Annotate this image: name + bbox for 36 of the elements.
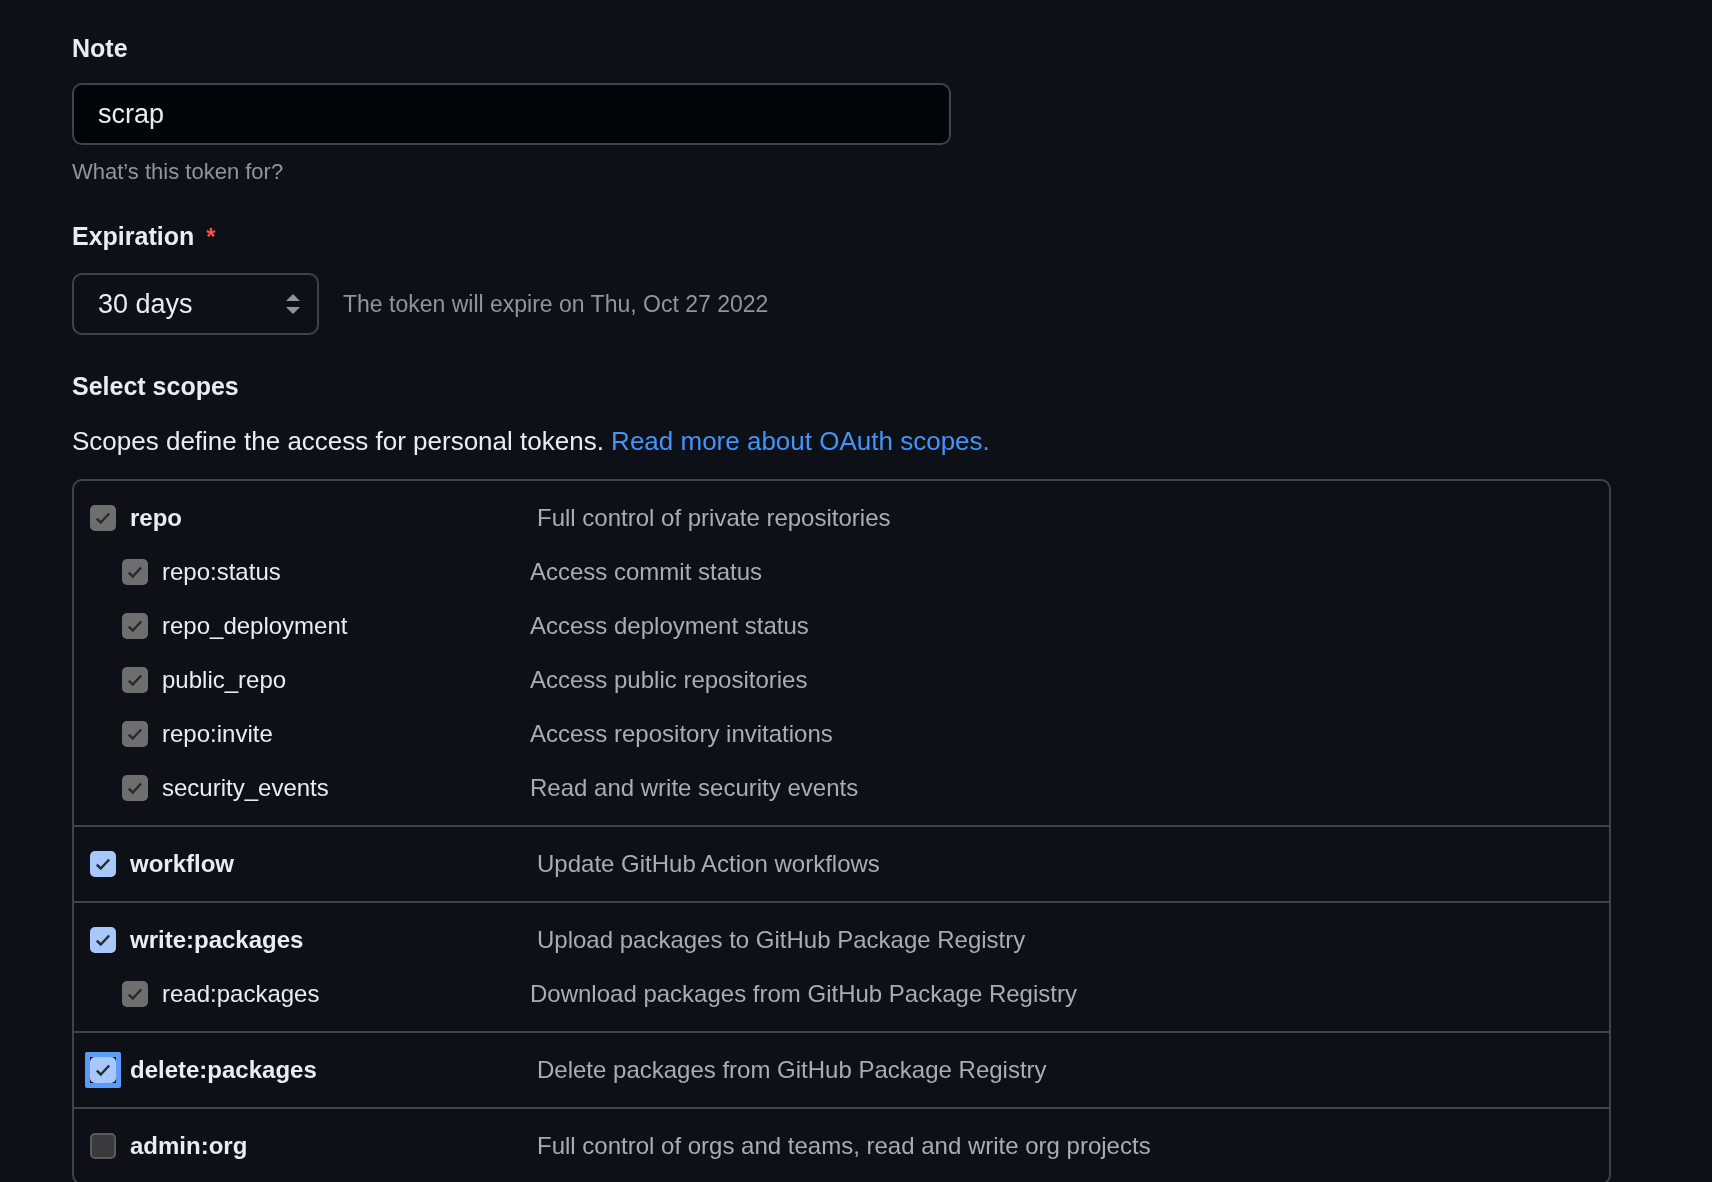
- field-hint: What’s this token for?: [72, 159, 285, 185]
- scope-description: Upload packages to GitHub Package Registry: [537, 926, 1027, 954]
- scope-description: Access deployment status: [530, 612, 810, 640]
- section-title: Select scopes: [72, 372, 240, 401]
- scope-name: repo:invite: [162, 720, 273, 748]
- scope-description: Update GitHub Action workflows: [537, 850, 881, 878]
- checkbox[interactable]: [90, 851, 116, 877]
- scope-name: admin:org: [130, 1132, 248, 1160]
- scope-description: Access repository invitations: [530, 720, 834, 748]
- scope-name: delete:packages: [130, 1056, 317, 1084]
- scopes-description: Scopes define the access for personal tokens. Read more about OAuth scopes.: [72, 426, 991, 457]
- scope-description: Access commit status: [530, 558, 764, 586]
- scope-description: Full control of private repositories: [537, 504, 892, 532]
- up-down-caret-icon: [285, 293, 301, 315]
- scope-name: repo_deployment: [162, 612, 348, 640]
- scope-name: workflow: [130, 850, 234, 878]
- checkbox[interactable]: [90, 1133, 116, 1159]
- note-input-field[interactable]: scrap: [72, 83, 951, 145]
- scope-description: Download packages from GitHub Package Registry: [530, 980, 1078, 1008]
- checkbox[interactable]: [90, 927, 116, 953]
- scope-description: Delete packages from GitHub Package Registry: [537, 1056, 1048, 1084]
- scope-name: write:packages: [130, 926, 304, 954]
- scope-name: repo: [130, 504, 182, 532]
- scope-description: Read and write security events: [530, 774, 860, 802]
- expiration-info: The token will expire on Thu, Oct 27 2022: [343, 290, 769, 318]
- scope-name: repo:status: [162, 558, 281, 586]
- scope-description: Access public repositories: [530, 666, 809, 694]
- required-mark: *: [206, 222, 216, 251]
- field-label: Expiration: [72, 222, 195, 251]
- oauth-scopes-link[interactable]: Read more about OAuth scopes.: [611, 426, 990, 456]
- scope-name: public_repo: [162, 666, 287, 694]
- scope-description: Full control of orgs and teams, read and write org projects: [537, 1132, 1152, 1160]
- scope-name: security_events: [162, 774, 329, 802]
- scope-name: read:packages: [162, 980, 320, 1008]
- field-label: Note: [72, 34, 128, 63]
- expiration-select[interactable]: 30 days: [72, 273, 319, 335]
